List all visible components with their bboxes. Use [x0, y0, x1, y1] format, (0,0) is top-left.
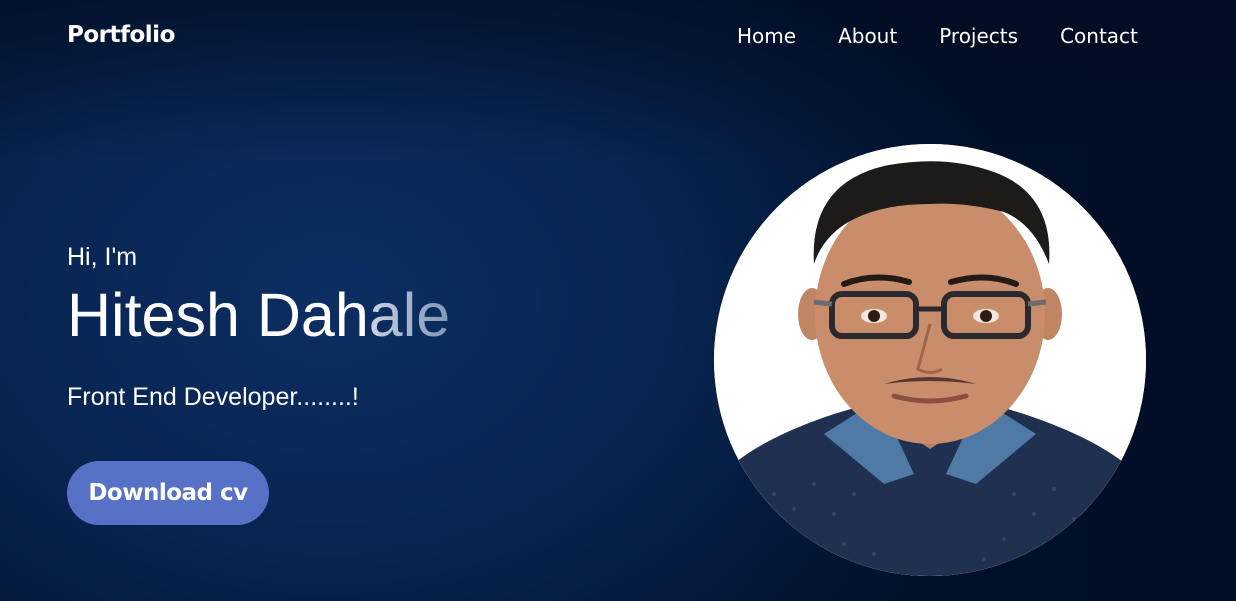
hero-name-typed: Hitesh Dah — [67, 281, 369, 349]
site-logo[interactable]: Portfolio — [67, 22, 175, 48]
profile-photo — [714, 144, 1146, 576]
profile-illustration — [714, 144, 1146, 576]
hero-role: Front End Developer........! — [67, 383, 359, 411]
hero-greeting: Hi, I'm — [67, 243, 138, 271]
hero-name: Hitesh Dahale — [67, 280, 450, 350]
nav-projects[interactable]: Projects — [939, 24, 1018, 48]
nav-contact[interactable]: Contact — [1060, 24, 1138, 48]
main-nav: Home About Projects Contact — [737, 24, 1138, 48]
nav-about[interactable]: About — [838, 24, 897, 48]
download-cv-button[interactable]: Download cv — [67, 461, 269, 525]
nav-home[interactable]: Home — [737, 24, 796, 48]
hero-name-fading: ale — [368, 281, 451, 349]
